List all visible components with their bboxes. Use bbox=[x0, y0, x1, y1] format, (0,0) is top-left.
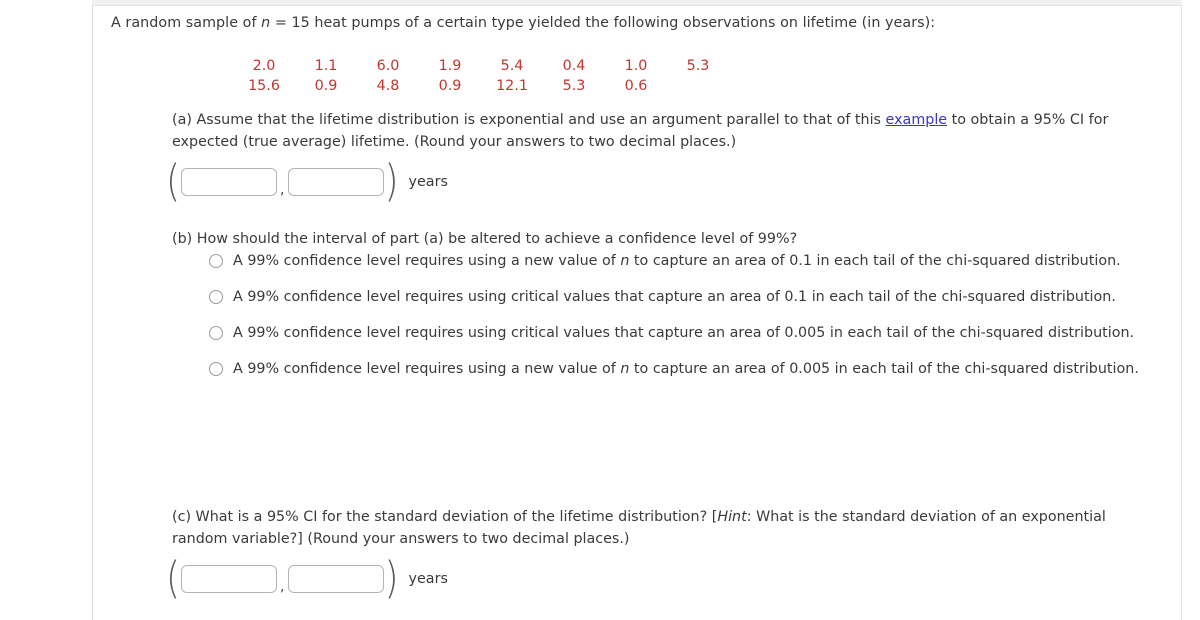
radio-circle-icon[interactable] bbox=[209, 290, 223, 304]
observation-value: 0.9 bbox=[314, 78, 338, 94]
part-a-upper-bound-input[interactable] bbox=[287, 168, 384, 196]
radio-option-3[interactable]: A 99% confidence level requires using cr… bbox=[209, 322, 1200, 344]
option-4-text-post: to capture an area of 0.005 in each tail… bbox=[629, 361, 1139, 377]
observation-value: 2.0 bbox=[252, 58, 276, 74]
part-c-units-label: years bbox=[408, 571, 448, 587]
radio-option-4[interactable]: A 99% confidence level requires using a … bbox=[209, 358, 1200, 380]
part-c-hint-word: Hint bbox=[717, 509, 747, 525]
part-a-prompt: (a) Assume that the lifetime distributio… bbox=[172, 109, 1147, 153]
intro-text-post: = 15 heat pumps of a certain type yielde… bbox=[270, 15, 936, 31]
intro-text-pre: A random sample of bbox=[111, 15, 262, 31]
part-b-prompt: (b) How should the interval of part (a) … bbox=[172, 228, 1147, 250]
radio-circle-icon[interactable] bbox=[209, 254, 223, 268]
observation-value: 0.6 bbox=[624, 78, 648, 94]
observation-value: 1.1 bbox=[314, 58, 338, 74]
part-a-text-1: (a) Assume that the lifetime distributio… bbox=[172, 112, 886, 128]
observation-value: 1.0 bbox=[624, 58, 648, 74]
observations-row-2: 15.6 0.9 4.8 0.9 12.1 5.3 0.6 bbox=[233, 78, 729, 94]
problem-page: A random sample of n = 15 heat pumps of … bbox=[0, 0, 1200, 620]
observations-row-1: 2.0 1.1 6.0 1.9 5.4 0.4 1.0 5.3 bbox=[233, 58, 729, 74]
observation-value: 0.4 bbox=[562, 58, 586, 74]
option-2-text-pre: A 99% confidence level requires using cr… bbox=[233, 289, 1116, 305]
part-c-answer-interval: ( , ) years bbox=[166, 553, 448, 604]
option-1-text-post: to capture an area of 0.1 in each tail o… bbox=[629, 253, 1121, 269]
observation-value: 0.9 bbox=[438, 78, 462, 94]
part-c-text-1: (c) What is a 95% CI for the standard de… bbox=[172, 509, 718, 525]
observation-value: 1.9 bbox=[438, 58, 462, 74]
observation-value: 5.3 bbox=[562, 78, 586, 94]
observations-data: 2.0 1.1 6.0 1.9 5.4 0.4 1.0 5.3 15.6 0.9… bbox=[233, 58, 729, 94]
observation-value: 12.1 bbox=[496, 78, 528, 94]
part-a-lower-bound-input[interactable] bbox=[181, 168, 278, 196]
radio-option-3-label: A 99% confidence level requires using cr… bbox=[233, 322, 1178, 344]
option-4-text-pre: A 99% confidence level requires using a … bbox=[233, 361, 621, 377]
content-area: A random sample of n = 15 heat pumps of … bbox=[93, 6, 1181, 620]
radio-option-1-label: A 99% confidence level requires using a … bbox=[233, 250, 1178, 272]
radio-circle-icon[interactable] bbox=[209, 326, 223, 340]
interval-comma: , bbox=[280, 182, 285, 198]
radio-circle-icon[interactable] bbox=[209, 362, 223, 376]
observation-value: 15.6 bbox=[248, 78, 280, 94]
option-1-text-pre: A 99% confidence level requires using a … bbox=[233, 253, 621, 269]
part-c-upper-bound-input[interactable] bbox=[287, 565, 384, 593]
interval-comma: , bbox=[280, 579, 285, 595]
radio-option-1[interactable]: A 99% confidence level requires using a … bbox=[209, 250, 1200, 272]
example-link[interactable]: example bbox=[886, 112, 948, 128]
question-intro: A random sample of n = 15 heat pumps of … bbox=[111, 15, 935, 31]
part-a-answer-interval: ( , ) years bbox=[166, 156, 448, 207]
option-3-text-pre: A 99% confidence level requires using cr… bbox=[233, 325, 1135, 341]
intro-variable-n: n bbox=[261, 15, 271, 31]
part-b-question-text: (b) How should the interval of part (a) … bbox=[172, 231, 798, 247]
observation-value: 6.0 bbox=[376, 58, 400, 74]
part-a-units-label: years bbox=[408, 174, 448, 190]
part-b-options-group: A 99% confidence level requires using a … bbox=[209, 250, 1200, 394]
observation-value: 5.4 bbox=[500, 58, 524, 74]
radio-option-4-label: A 99% confidence level requires using a … bbox=[233, 358, 1178, 380]
radio-option-2[interactable]: A 99% confidence level requires using cr… bbox=[209, 286, 1200, 308]
observation-value: 4.8 bbox=[376, 78, 400, 94]
observation-value: 5.3 bbox=[686, 58, 710, 74]
part-c-lower-bound-input[interactable] bbox=[181, 565, 278, 593]
part-c-prompt: (c) What is a 95% CI for the standard de… bbox=[172, 506, 1147, 550]
radio-option-2-label: A 99% confidence level requires using cr… bbox=[233, 286, 1178, 308]
